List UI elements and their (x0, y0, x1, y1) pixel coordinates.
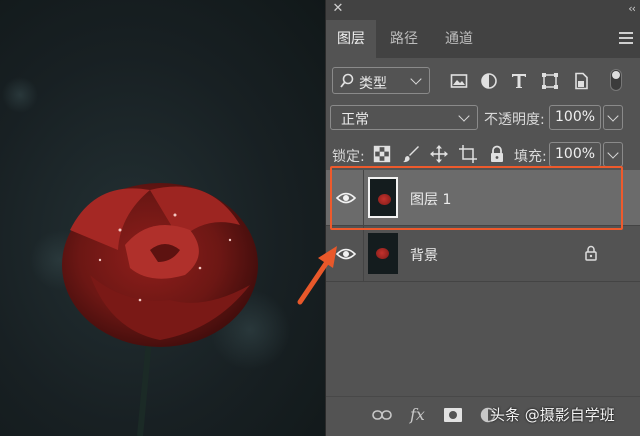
chevron-down-icon (607, 147, 619, 159)
lock-artboard-icon[interactable] (459, 145, 477, 163)
chevron-down-icon (607, 110, 619, 122)
visibility-toggle[interactable] (326, 170, 364, 225)
layer-name[interactable]: 背景 (410, 245, 438, 265)
canvas-photo (0, 0, 325, 436)
search-icon (340, 73, 354, 88)
blend-mode-select[interactable]: 正常 (330, 105, 478, 130)
layer-row[interactable]: 图层 1 (326, 170, 640, 226)
layers-panel: ✕ ‹‹ 图层 路径 通道 类型 正常 不透明度: 100% 锁定: 填充: 1… (325, 0, 640, 436)
chevron-down-icon (410, 73, 422, 85)
filter-toggle-switch[interactable] (610, 69, 622, 91)
layer-mask-icon[interactable] (444, 408, 462, 422)
chevron-down-icon (458, 110, 470, 122)
opacity-input[interactable]: 100% (549, 105, 601, 130)
filter-type-label: 类型 (359, 76, 387, 92)
layer-name[interactable]: 图层 1 (410, 189, 451, 209)
lock-icon[interactable] (584, 245, 598, 261)
eye-icon (336, 248, 356, 260)
fill-label: 填充: (514, 149, 547, 165)
opacity-dropdown-button[interactable] (603, 105, 623, 130)
layer-thumbnail (368, 177, 398, 218)
link-layers-icon[interactable] (372, 409, 392, 421)
opacity-label: 不透明度: (484, 112, 545, 128)
type-layer-filter-icon[interactable] (510, 72, 528, 90)
lock-image-pixels-icon[interactable] (402, 145, 420, 163)
panel-tabs: 图层 路径 通道 (326, 20, 640, 58)
smart-object-filter-icon[interactable] (572, 72, 590, 90)
fill-input[interactable]: 100% (549, 142, 601, 167)
hamburger-icon[interactable] (619, 32, 633, 44)
layer-thumbnail (368, 233, 398, 274)
eye-icon (336, 192, 356, 204)
visibility-toggle[interactable] (326, 226, 364, 281)
lock-transparent-pixels-icon[interactable] (373, 145, 391, 163)
lock-all-icon[interactable] (488, 145, 506, 163)
filter-type-select[interactable]: 类型 (332, 67, 430, 94)
pixel-layer-filter-icon[interactable] (450, 72, 468, 90)
tab-layers[interactable]: 图层 (326, 20, 376, 58)
rose-image (2, 77, 290, 436)
lock-label: 锁定: (332, 149, 365, 165)
close-panel-button[interactable]: ✕ (331, 2, 345, 16)
layer-row[interactable]: 背景 (326, 226, 640, 282)
blend-mode-value: 正常 (341, 112, 369, 128)
watermark: 头条 @摄影自学班 (490, 406, 615, 424)
layers-list: 图层 1 背景 (326, 170, 640, 282)
panel-title-strip: ✕ ‹‹ (326, 0, 640, 20)
adjustment-layer-filter-icon[interactable] (480, 72, 498, 90)
tab-paths[interactable]: 路径 (380, 20, 428, 58)
fill-dropdown-button[interactable] (603, 142, 623, 167)
tab-channels[interactable]: 通道 (434, 20, 484, 58)
shape-layer-filter-icon[interactable] (541, 72, 559, 90)
collapse-panel-button[interactable]: ‹‹ (628, 2, 636, 16)
lock-position-icon[interactable] (430, 145, 448, 163)
fx-icon[interactable]: fx (410, 405, 425, 424)
